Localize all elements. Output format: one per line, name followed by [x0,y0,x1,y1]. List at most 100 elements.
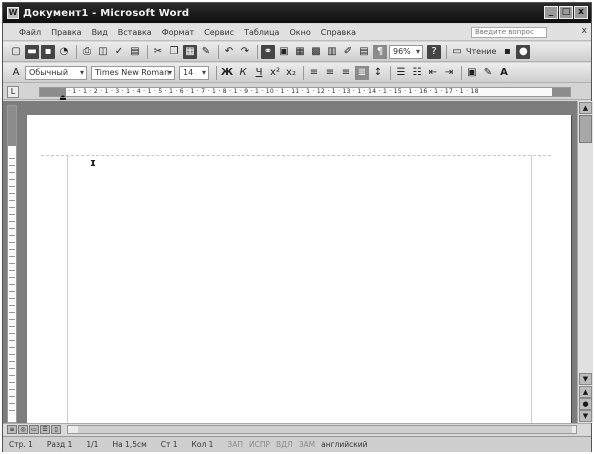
superscript-icon[interactable]: x² [268,66,282,80]
scroll-up-icon[interactable]: ▲ [579,102,592,114]
insert-excel-icon[interactable]: ▩ [309,45,323,59]
normal-view-icon[interactable]: ≡ [7,425,17,434]
close-button[interactable]: x [574,6,588,19]
document-map-icon[interactable]: ▤ [357,45,371,59]
vertical-ruler[interactable] [7,105,17,423]
menu-insert[interactable]: Вставка [118,28,152,37]
text-boundary-right [531,155,532,423]
numbered-list-icon[interactable]: ☰ [394,66,408,80]
menu-format[interactable]: Формат [162,28,194,37]
toolbar-separator [257,44,258,59]
scroll-down-icon[interactable]: ▼ [579,373,592,385]
save-icon[interactable]: ▪ [41,44,55,59]
document-area: ɪ [3,101,577,423]
bulleted-list-icon[interactable]: ☷ [410,66,424,80]
undo-icon[interactable]: ↶ [222,45,236,59]
decrease-indent-icon[interactable]: ⇤ [426,66,440,80]
status-extend[interactable]: ВДЛ [276,440,293,449]
borders-icon[interactable]: ▣ [465,66,479,80]
research-icon[interactable]: ▤ [128,45,142,59]
style-select[interactable]: Обычный [25,65,87,80]
word-app-icon[interactable]: W [7,7,19,19]
italic-icon[interactable]: К [236,66,250,80]
vertical-ruler-margin [8,106,16,146]
menu-table[interactable]: Таблица [244,28,279,37]
menu-view[interactable]: Вид [92,28,108,37]
help-question-input[interactable]: Введите вопрос [471,27,547,38]
browse-object-icon[interactable]: ● [579,398,592,410]
menu-window[interactable]: Окно [289,28,310,37]
vertical-scrollbar[interactable]: ▲ ▼ ▲ ● ▼ [577,101,593,423]
columns-icon[interactable]: ▥ [325,45,339,59]
highlight-icon[interactable]: ✎ [481,66,495,80]
ruler-right-margin [552,88,570,96]
font-color-icon[interactable]: A [497,66,511,80]
copy-icon[interactable]: ❐ [167,45,181,59]
toolbar-separator [303,65,304,80]
justify-icon[interactable]: ≣ [355,65,369,80]
insert-table-icon[interactable]: ▦ [293,45,307,59]
toolbar-separator [76,44,77,59]
status-section: Разд 1 [46,440,73,449]
paste-icon[interactable]: ▦ [183,44,197,59]
print-layout-icon[interactable]: ▭ [29,425,39,434]
drawing-icon[interactable]: ✐ [341,45,355,59]
next-page-icon[interactable]: ▼ [579,410,592,422]
status-overtype[interactable]: ЗАМ [299,440,315,449]
status-bar: Стр. 1 Разд 1 1/1 На 1,5см Ст 1 Кол 1 ЗА… [3,436,591,452]
menu-tools[interactable]: Сервис [204,28,234,37]
toolbar-separator [461,65,462,80]
print-icon[interactable]: ⎙ [80,45,94,59]
menu-edit[interactable]: Правка [51,28,81,37]
tab-selector-icon[interactable]: L [7,86,19,98]
hyperlink-icon[interactable]: ⚭ [261,44,275,59]
show-hide-marks-icon[interactable]: ¶ [373,44,387,59]
horizontal-scrollbar[interactable] [67,425,577,434]
subscript-icon[interactable]: x₂ [284,66,298,80]
spelling-icon[interactable]: ✓ [112,45,126,59]
title-bar[interactable]: W Документ1 - Microsoft Word _ □ x [3,3,591,23]
read-mode-button[interactable]: Чтение [466,47,496,56]
toolbar-extra-icon[interactable]: ▪ [500,45,514,59]
menu-file[interactable]: Файл [19,28,41,37]
increase-indent-icon[interactable]: ⇥ [442,66,456,80]
help-icon[interactable]: ? [427,44,441,59]
horizontal-scroll-thumb[interactable] [78,426,572,433]
outline-view-icon[interactable]: ☰ [40,425,50,434]
font-size-select[interactable]: 14 [179,65,209,80]
maximize-button[interactable]: □ [559,6,573,19]
redo-icon[interactable]: ↷ [238,45,252,59]
align-left-icon[interactable]: ≡ [307,66,321,80]
styles-icon[interactable]: A [9,66,23,80]
close-document-icon[interactable]: x [582,26,587,36]
status-record[interactable]: ЗАП [227,440,243,449]
scroll-thumb[interactable] [579,115,592,143]
align-center-icon[interactable]: ≡ [323,66,337,80]
menu-help[interactable]: Справка [321,28,356,37]
toolbar-separator [216,65,217,80]
underline-icon[interactable]: Ч [252,66,266,80]
tables-borders-icon[interactable]: ▣ [277,45,291,59]
toolbar-options-icon[interactable]: ● [516,44,531,59]
font-select[interactable]: Times New Roman [91,65,175,80]
permission-icon[interactable]: ◔ [57,45,71,59]
line-spacing-icon[interactable]: ↕ [371,66,385,80]
zoom-select[interactable]: 96% [389,44,423,59]
status-track-changes[interactable]: ИСПР [249,440,270,449]
new-document-icon[interactable]: ▢ [9,45,23,59]
format-painter-icon[interactable]: ✎ [199,45,213,59]
open-folder-icon[interactable]: ▬ [25,44,39,59]
align-right-icon[interactable]: ≡ [339,66,353,80]
status-language[interactable]: английский [321,440,367,449]
print-preview-icon[interactable]: ◫ [96,45,110,59]
previous-page-icon[interactable]: ▲ [579,386,592,398]
read-mode-icon[interactable]: ▭ [450,45,464,59]
web-view-icon[interactable]: ◎ [18,425,28,434]
horizontal-ruler-row: L · 1 · 1 · 2 · 1 · 3 · 1 · 4 · 1 · 5 · … [3,84,591,102]
horizontal-ruler[interactable]: · 1 · 1 · 2 · 1 · 3 · 1 · 4 · 1 · 5 · 1 … [39,87,571,97]
bold-icon[interactable]: Ж [220,66,234,80]
reading-view-icon[interactable]: ▯ [51,425,61,434]
cut-icon[interactable]: ✂ [151,45,165,59]
minimize-button[interactable]: _ [544,6,558,19]
document-page[interactable]: ɪ [27,115,571,423]
